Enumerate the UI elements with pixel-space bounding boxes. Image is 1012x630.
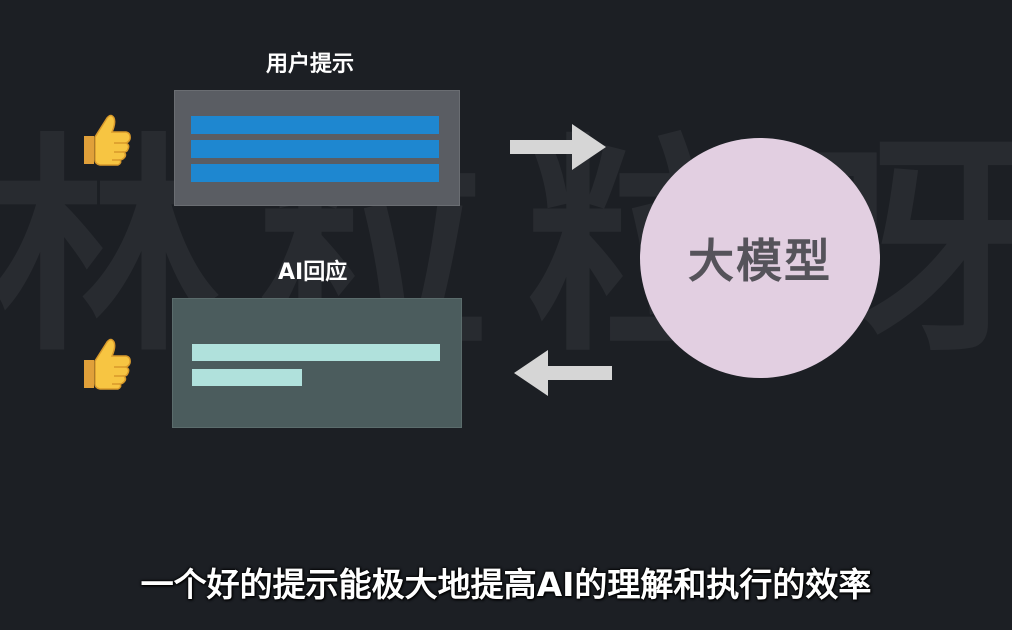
user-prompt-box	[174, 90, 460, 206]
prompt-text-bar	[191, 140, 439, 158]
subtitle-caption: 一个好的提示能极大地提高AI的理解和执行的效率	[140, 565, 872, 604]
arrow-right-icon	[510, 124, 606, 170]
large-model-node: 大模型	[640, 138, 880, 378]
response-text-bar	[192, 344, 440, 361]
prompt-text-bar	[191, 116, 439, 134]
ai-response-box	[172, 298, 462, 428]
arrow-left-icon	[514, 350, 612, 396]
thumbs-up-icon	[80, 336, 132, 392]
thumbs-up-icon	[80, 112, 132, 168]
diagram-canvas: 林 粒 粒 呀 用户提示 大模型 AI回应	[0, 0, 1012, 630]
ai-response-label: AI回应	[278, 260, 348, 285]
large-model-label: 大模型	[688, 234, 832, 288]
user-prompt-label: 用户提示	[266, 52, 355, 77]
prompt-text-bar	[191, 164, 439, 182]
response-text-bar	[192, 369, 302, 386]
